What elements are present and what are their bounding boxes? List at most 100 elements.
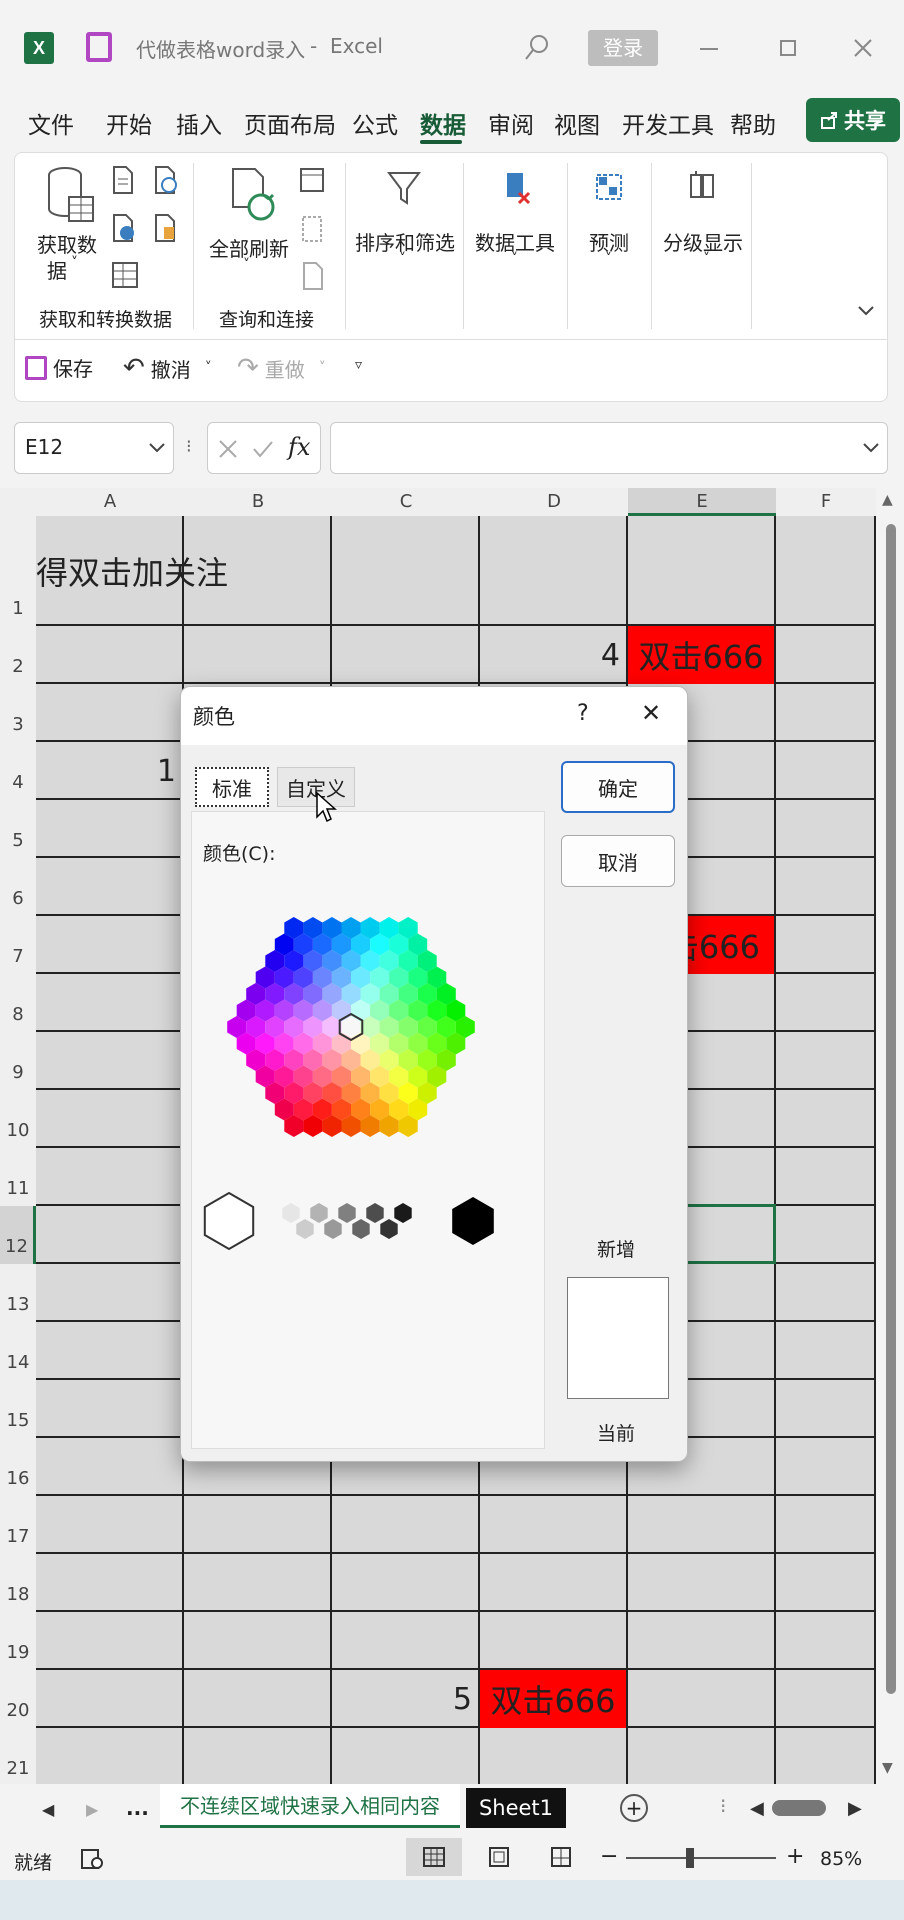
tab-review[interactable]: 审阅: [488, 106, 534, 140]
gray-swatch[interactable]: [296, 1219, 314, 1239]
cell[interactable]: [776, 1554, 876, 1612]
save-icon[interactable]: [86, 32, 112, 62]
row-header-14[interactable]: 14: [0, 1322, 36, 1380]
cell[interactable]: [480, 1496, 628, 1554]
cell[interactable]: [36, 1090, 184, 1148]
cell[interactable]: [776, 684, 876, 742]
row-header-10[interactable]: 10: [0, 1090, 36, 1148]
tab-page-layout[interactable]: 页面布局: [244, 106, 336, 140]
chevron-down-icon[interactable]: [149, 443, 165, 453]
row-header-16[interactable]: 16: [0, 1438, 36, 1496]
color-honeycomb[interactable]: [201, 877, 501, 1177]
from-web-icon[interactable]: [111, 213, 137, 243]
expand-formula-icon[interactable]: [863, 443, 879, 453]
row-header-6[interactable]: 6: [0, 858, 36, 916]
zoom-level[interactable]: 85%: [820, 1848, 862, 1870]
get-data-label-2[interactable]: 据: [47, 255, 67, 284]
cell[interactable]: [776, 742, 876, 800]
chevron-down-icon[interactable]: ˅: [399, 251, 406, 267]
accessibility-icon[interactable]: [80, 1848, 104, 1870]
tab-developer[interactable]: 开发工具: [622, 106, 714, 140]
row-header-12[interactable]: 12: [0, 1206, 36, 1264]
cell[interactable]: [776, 1322, 876, 1380]
scroll-thumb[interactable]: [886, 524, 896, 1694]
cell[interactable]: [36, 1554, 184, 1612]
cell[interactable]: [332, 516, 480, 626]
cell[interactable]: [332, 1728, 480, 1784]
grayscale-palette[interactable]: [201, 1187, 501, 1257]
scroll-up-icon[interactable]: ▲: [882, 492, 893, 508]
row-header-18[interactable]: 18: [0, 1554, 36, 1612]
cell[interactable]: [628, 1612, 776, 1670]
close-window-icon[interactable]: [854, 39, 872, 57]
cell[interactable]: [36, 1322, 184, 1380]
chevron-down-icon[interactable]: ˅: [319, 360, 326, 376]
queries-icon[interactable]: [299, 167, 325, 193]
column-header-a[interactable]: A: [36, 488, 184, 516]
formula-input[interactable]: [330, 422, 888, 474]
row-header-7[interactable]: 7: [0, 916, 36, 974]
tab-formulas[interactable]: 公式: [352, 106, 398, 140]
cell[interactable]: [332, 626, 480, 684]
tab-split-handle[interactable]: ⁝: [720, 1794, 726, 1818]
sheet-tab-2[interactable]: Sheet1: [466, 1788, 566, 1828]
cell[interactable]: [36, 1438, 184, 1496]
recent-sources-icon[interactable]: [153, 165, 179, 195]
gray-swatch[interactable]: [310, 1203, 328, 1223]
row-header-3[interactable]: 3: [0, 684, 36, 742]
insert-function-icon[interactable]: fx: [288, 433, 310, 461]
cell[interactable]: [36, 1612, 184, 1670]
page-layout-view-icon[interactable]: [488, 1846, 510, 1868]
cell[interactable]: [776, 1206, 876, 1264]
cancel-entry-icon[interactable]: [218, 439, 238, 459]
page-break-view-icon[interactable]: [550, 1846, 572, 1868]
row-header-9[interactable]: 9: [0, 1032, 36, 1090]
sheet-tab-1[interactable]: 不连续区域快速录入相同内容: [160, 1784, 460, 1828]
tab-data[interactable]: 数据: [420, 106, 466, 140]
cell[interactable]: [184, 1496, 332, 1554]
scroll-left-icon[interactable]: ◀: [750, 1798, 764, 1819]
zoom-in-button[interactable]: +: [786, 1844, 804, 1869]
from-table-icon[interactable]: [111, 261, 139, 289]
cell[interactable]: [776, 516, 876, 626]
column-header-e[interactable]: E: [628, 488, 776, 516]
row-header-4[interactable]: 4: [0, 742, 36, 800]
properties-icon[interactable]: [301, 215, 323, 243]
confirm-entry-icon[interactable]: [252, 439, 274, 459]
white-swatch[interactable]: [203, 1191, 255, 1251]
cell-d2[interactable]: 4: [480, 626, 626, 684]
tab-view[interactable]: 视图: [554, 106, 600, 140]
chevron-down-icon[interactable]: ˅: [243, 257, 250, 273]
gray-swatch[interactable]: [282, 1203, 300, 1223]
cell[interactable]: [628, 1554, 776, 1612]
select-all-corner[interactable]: [0, 488, 36, 516]
cell[interactable]: [184, 1554, 332, 1612]
tab-standard[interactable]: 标准: [195, 767, 269, 807]
scroll-down-icon[interactable]: ▼: [882, 1760, 893, 1776]
login-button[interactable]: 登录: [588, 30, 658, 66]
horizontal-scroll-thumb[interactable]: [772, 1800, 826, 1816]
cell[interactable]: [776, 800, 876, 858]
row-header-20[interactable]: 20: [0, 1670, 36, 1728]
cell-d20[interactable]: 5: [332, 1670, 478, 1728]
column-header-b[interactable]: B: [184, 488, 332, 516]
gray-swatch[interactable]: [352, 1219, 370, 1239]
customize-qat-icon[interactable]: ▿: [355, 357, 362, 373]
cell[interactable]: [184, 1612, 332, 1670]
gray-swatch[interactable]: [366, 1203, 384, 1223]
cell[interactable]: [628, 1670, 776, 1728]
cell[interactable]: [776, 1438, 876, 1496]
cell[interactable]: [480, 1612, 628, 1670]
column-header-d[interactable]: D: [480, 488, 628, 516]
gray-swatch[interactable]: [394, 1203, 412, 1223]
cell[interactable]: [36, 1264, 184, 1322]
tab-home[interactable]: 开始: [106, 106, 152, 140]
row-header-15[interactable]: 15: [0, 1380, 36, 1438]
column-header-f[interactable]: F: [776, 488, 876, 516]
cell[interactable]: [776, 1380, 876, 1438]
cell[interactable]: [480, 516, 628, 626]
cell[interactable]: [332, 1496, 480, 1554]
cell[interactable]: [36, 1206, 184, 1264]
gray-swatch[interactable]: [338, 1203, 356, 1223]
cell[interactable]: [628, 516, 776, 626]
